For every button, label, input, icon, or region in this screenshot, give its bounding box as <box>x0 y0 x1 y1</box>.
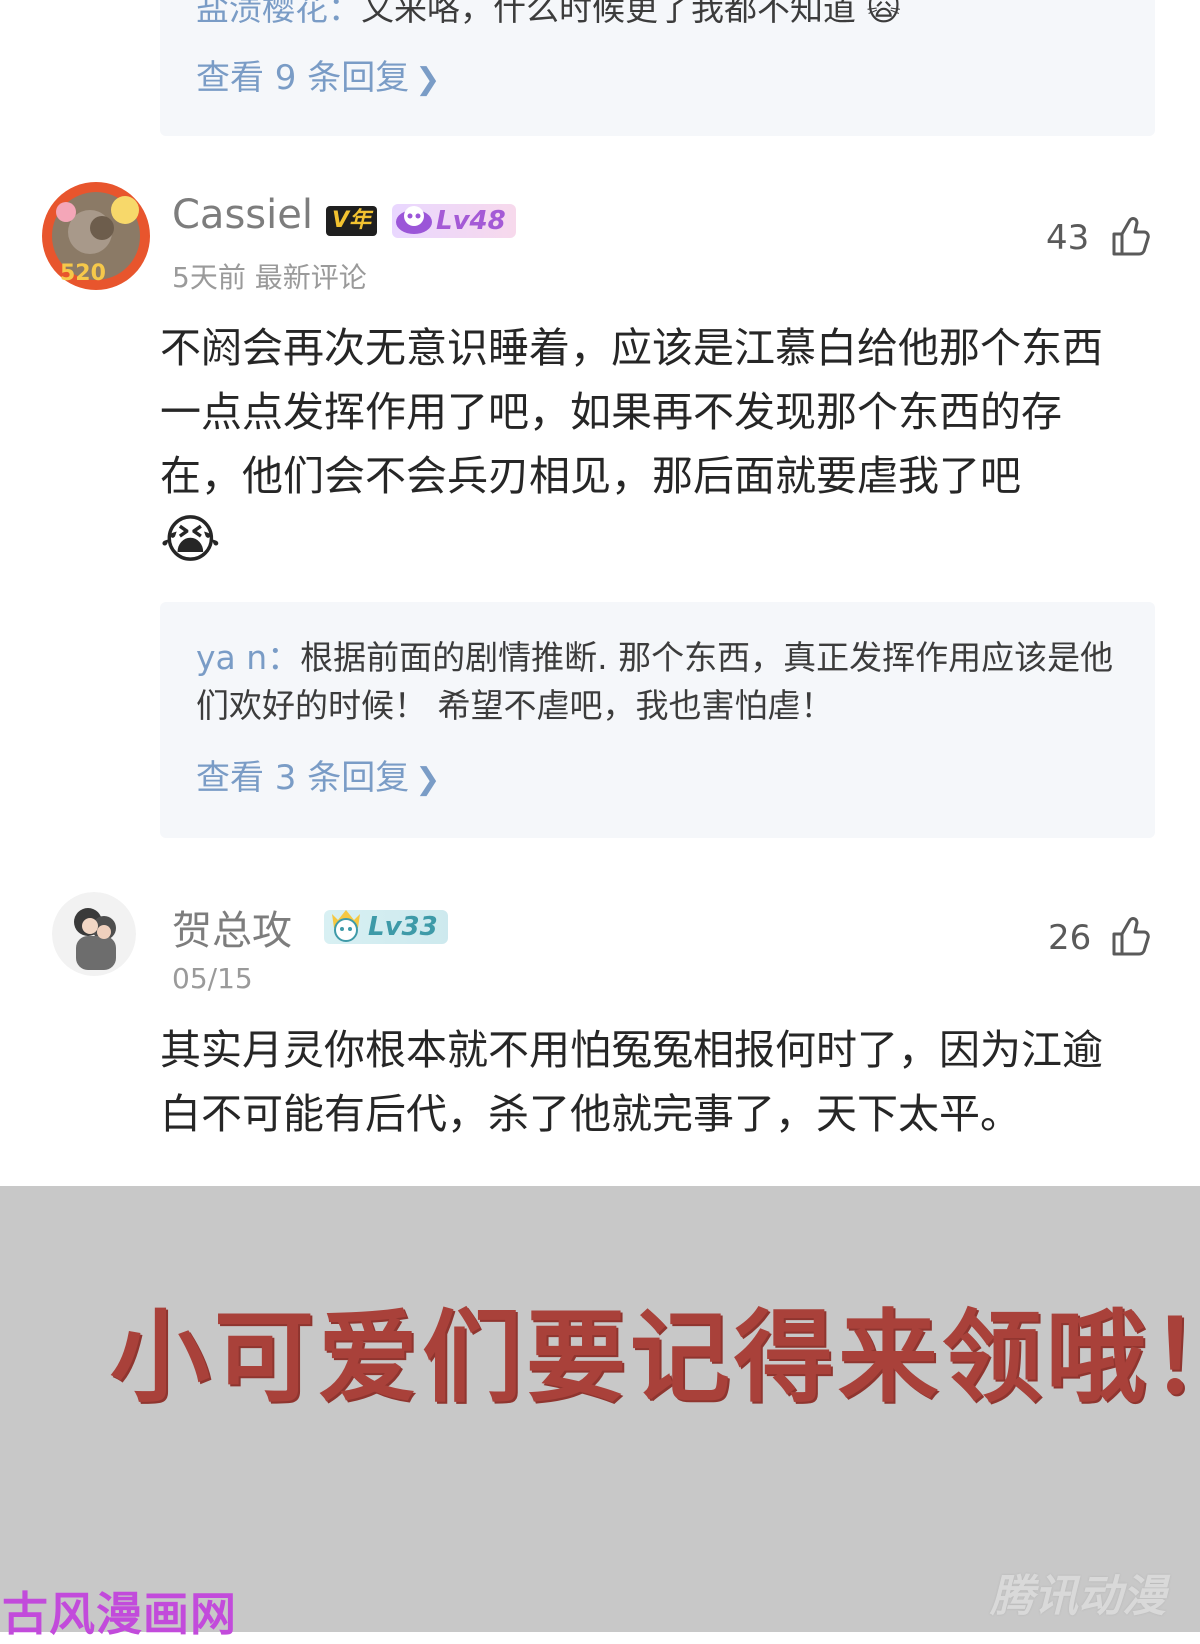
thumbs-up-icon[interactable] <box>1108 914 1152 958</box>
level-icon <box>396 206 432 234</box>
level-badge: Lv48 <box>392 204 516 238</box>
username[interactable]: 贺总攻 <box>172 898 292 956</box>
reply-username[interactable]: 盐渍樱花： <box>196 0 361 28</box>
level-label: Lv48 <box>436 206 506 236</box>
svg-text:520: 520 <box>60 261 106 286</box>
comment-tag: 最新评论 <box>254 261 367 294</box>
view-replies-link[interactable]: 查看 3 条回复 ❯ <box>196 750 440 799</box>
like-count: 26 <box>1048 918 1092 958</box>
level-icon <box>332 910 360 942</box>
top-reply-line: 盐渍樱花：又来咯，什么时候更了我都不知道 🙀 <box>196 0 901 30</box>
vip-badge: V年 <box>326 206 378 236</box>
view-replies-label: 查看 3 条回复 <box>196 758 410 798</box>
reply-text: 根据前面的剧情推断. 那个东西，真正发挥作用应该是他们欢好的时候！ 希望不虐吧，… <box>196 638 1114 725</box>
thumbs-up-icon[interactable] <box>1108 214 1152 258</box>
top-reply-box: 盐渍樱花：又来咯，什么时候更了我都不知道 🙀 查看 9 条回复 ❯ <box>160 0 1155 136</box>
level-badge: Lv33 <box>324 910 448 944</box>
emoji: 🙀 <box>866 0 901 28</box>
reply-box: ya n：根据前面的剧情推断. 那个东西，真正发挥作用应该是他们欢好的时候！ 希… <box>160 602 1155 838</box>
level-label: Lv33 <box>368 912 438 942</box>
watermark-left: 古风漫画网 <box>2 1587 237 1641</box>
comment-body: 其实月灵你根本就不用怕冤冤相报何时了，因为江逾白不可能有后代，杀了他就完事了，天… <box>160 1026 1103 1138</box>
comment-time: 05/15 <box>172 962 253 995</box>
reply-username[interactable]: ya n： <box>196 638 300 677</box>
crying-emoji: 😭 <box>160 510 221 570</box>
chevron-right-icon: ❯ <box>415 762 441 797</box>
avatar[interactable]: 520 <box>40 180 152 292</box>
avatar[interactable] <box>52 892 136 976</box>
reply-line: ya n：根据前面的剧情推断. 那个东西，真正发挥作用应该是他们欢好的时候！ 希… <box>196 634 1116 730</box>
watermark-right: 腾讯动漫 <box>990 1571 1166 1622</box>
comment-body-text: 不阏会再次无意识睡着，应该是江慕白给他那个东西一点点发挥作用了吧，如果再不发现那… <box>160 324 1103 500</box>
comment-time: 5天前 <box>172 261 246 294</box>
comment-meta: 5天前 最新评论 <box>172 256 367 296</box>
username[interactable]: Cassiel <box>172 192 313 238</box>
view-replies-link[interactable]: 查看 9 条回复 ❯ <box>196 50 440 99</box>
comment-body: 不阏会再次无意识睡着，应该是江慕白给他那个东西一点点发挥作用了吧，如果再不发现那… <box>160 316 1140 575</box>
reply-text: 又来咯，什么时候更了我都不知道 <box>361 0 856 28</box>
banner-text: 小可爱们要记得来领哦！ <box>110 1299 1200 1416</box>
chevron-right-icon: ❯ <box>415 62 441 97</box>
like-count: 43 <box>1046 218 1090 258</box>
view-replies-label: 查看 9 条回复 <box>196 58 410 98</box>
